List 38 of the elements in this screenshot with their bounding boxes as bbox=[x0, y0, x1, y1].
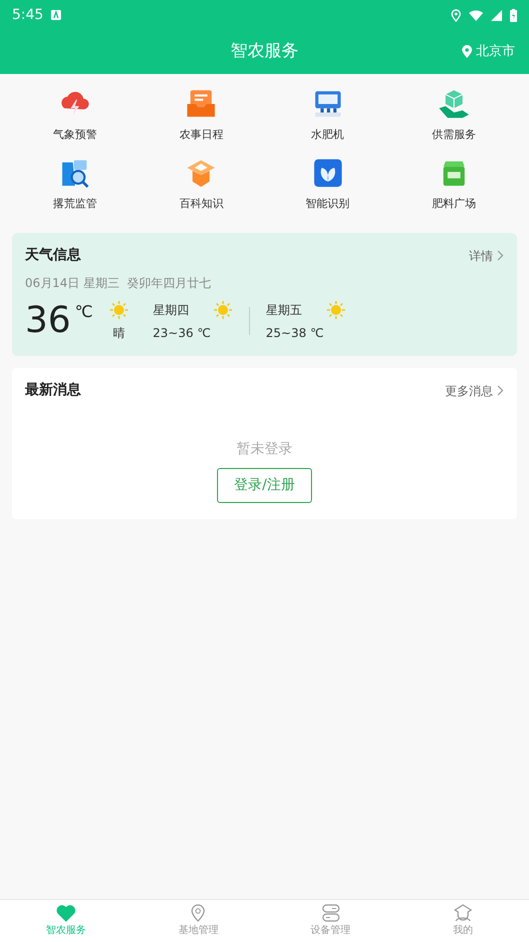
toggle-switches-icon bbox=[320, 904, 341, 922]
sun-icon bbox=[108, 300, 129, 320]
service-shortcut[interactable]: 供需服务 bbox=[390, 86, 517, 144]
chevron-icon bbox=[497, 385, 504, 396]
service-shortcut[interactable]: 肥料广场 bbox=[390, 154, 517, 213]
date-text: 06月14日 星期三 癸卯年四月廿七 bbox=[25, 275, 212, 292]
empty-text: 暂未登录 bbox=[236, 440, 292, 459]
page-title: 智农服务 bbox=[230, 40, 298, 64]
details-link[interactable]: 详情 bbox=[469, 246, 504, 264]
location-pin-icon bbox=[462, 44, 472, 59]
condition-text: 晴 bbox=[112, 325, 125, 342]
temperature: 36 bbox=[25, 303, 71, 339]
more-news-link[interactable]: 更多消息 bbox=[445, 382, 504, 400]
chevron-icon bbox=[497, 250, 504, 261]
forecast-day: 星期五 bbox=[266, 301, 302, 319]
user-icon bbox=[452, 904, 473, 922]
status-time: 5:45 bbox=[12, 6, 44, 24]
battery-icon bbox=[510, 8, 517, 22]
sun-icon bbox=[212, 300, 233, 320]
section-title: 最新消息 bbox=[25, 380, 81, 400]
notification-icon bbox=[51, 10, 62, 20]
signal-icon bbox=[491, 10, 502, 20]
service-shortcut[interactable]: 撂荒监管 bbox=[12, 154, 138, 213]
heart-icon bbox=[56, 904, 76, 922]
sun-icon bbox=[326, 300, 346, 320]
forecast-range: 25~38 ℃ bbox=[266, 325, 325, 342]
forecast-day: 星期四 bbox=[152, 301, 189, 319]
service-shortcut[interactable]: 气象预警 bbox=[12, 86, 138, 144]
wifi-icon bbox=[469, 10, 483, 20]
forecast-range: 23~36 ℃ bbox=[152, 325, 212, 342]
service-shortcut[interactable]: 农事日程 bbox=[138, 86, 264, 144]
service-shortcut[interactable]: 百科知识 bbox=[138, 154, 264, 213]
temperature-unit: ℃ bbox=[74, 301, 93, 323]
location-pin-icon bbox=[190, 904, 206, 922]
location-icon bbox=[451, 8, 461, 22]
service-shortcut[interactable]: 水肥机 bbox=[264, 86, 391, 144]
service-shortcut[interactable]: 智能识别 bbox=[264, 154, 391, 213]
section-title: 天气信息 bbox=[25, 246, 81, 265]
